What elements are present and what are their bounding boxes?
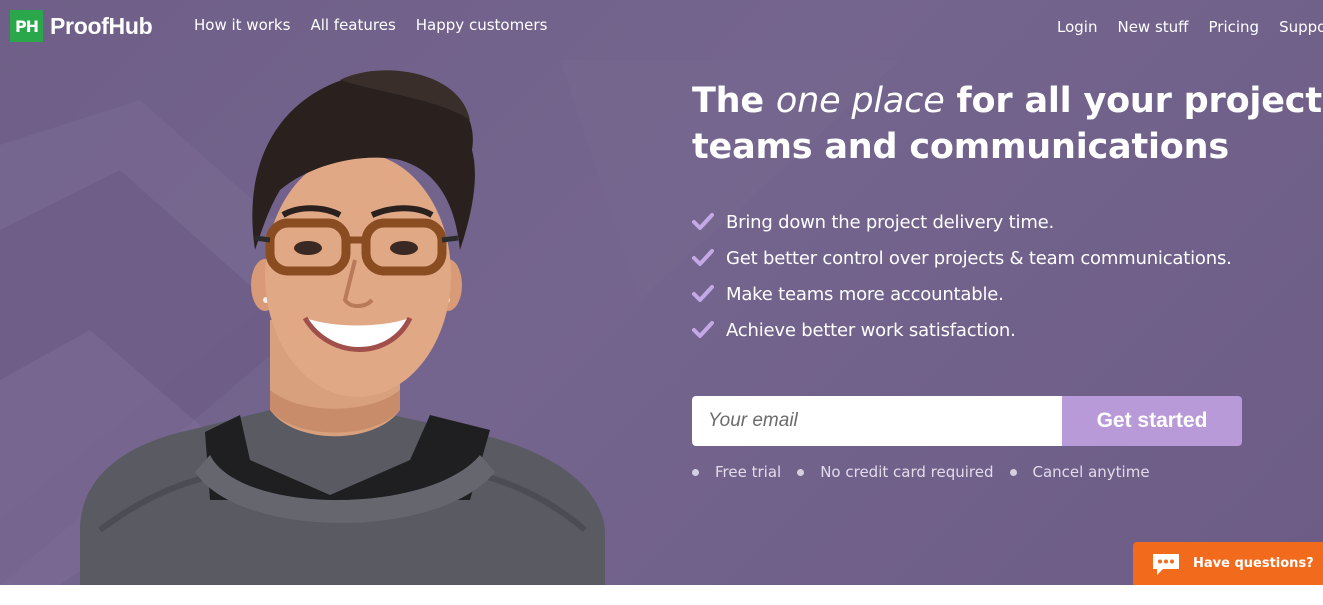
secondary-nav: Login New stuff Pricing Support xyxy=(1057,18,1323,36)
check-icon xyxy=(692,285,714,302)
headline-part1: The xyxy=(692,81,776,121)
primary-nav: How it works All features Happy customer… xyxy=(194,16,567,34)
perk-item: No credit card required xyxy=(797,463,994,481)
benefit-item: Make teams more accountable. xyxy=(692,276,1232,312)
nav-link-new-stuff[interactable]: New stuff xyxy=(1117,18,1188,36)
benefit-item: Achieve better work satisfaction. xyxy=(692,312,1232,348)
nav-link-happy-customers[interactable]: Happy customers xyxy=(416,16,548,34)
check-icon xyxy=(692,249,714,266)
check-icon xyxy=(692,213,714,230)
benefit-item: Bring down the project delivery time. xyxy=(692,204,1232,240)
nav-link-support[interactable]: Support xyxy=(1279,18,1323,36)
perk-text: Free trial xyxy=(715,463,782,481)
perk-item: Cancel anytime xyxy=(1009,463,1150,481)
chat-bubble-icon xyxy=(1153,553,1179,575)
benefit-text: Achieve better work satisfaction. xyxy=(726,319,1016,341)
chat-label: Have questions? xyxy=(1193,556,1314,571)
nav-link-pricing[interactable]: Pricing xyxy=(1209,18,1260,36)
email-input[interactable] xyxy=(692,396,1062,446)
hero-person-photo xyxy=(80,70,605,585)
chat-widget-button[interactable]: Have questions? xyxy=(1133,542,1323,585)
perk-text: Cancel anytime xyxy=(1032,463,1150,481)
benefit-text: Bring down the project delivery time. xyxy=(726,211,1055,233)
logo-mark: PH xyxy=(10,10,43,42)
benefit-text: Get better control over projects & team … xyxy=(726,247,1232,269)
nav-link-login[interactable]: Login xyxy=(1057,18,1097,36)
headline-part2: for all your projects, xyxy=(944,81,1323,121)
bullet-dot-icon xyxy=(797,468,805,476)
nav-link-how-it-works[interactable]: How it works xyxy=(194,16,290,34)
headline-line2: teams and communications xyxy=(692,127,1229,167)
check-icon xyxy=(692,321,714,338)
headline-emphasis: one place xyxy=(775,81,945,121)
signup-form: Get started xyxy=(692,396,1242,446)
hero-section: PH ProofHub How it works All features Ha… xyxy=(0,0,1323,585)
benefits-list: Bring down the project delivery time. Ge… xyxy=(692,204,1232,348)
signup-perks: Free trial No credit card required Cance… xyxy=(692,463,1166,481)
benefit-text: Make teams more accountable. xyxy=(726,283,1004,305)
nav-link-all-features[interactable]: All features xyxy=(310,16,395,34)
logo-text: ProofHub xyxy=(50,12,153,39)
bullet-dot-icon xyxy=(1009,468,1017,476)
hero-headline: The one place for all your projects, tea… xyxy=(692,78,1323,170)
get-started-button[interactable]: Get started xyxy=(1062,396,1242,446)
bullet-dot-icon xyxy=(692,468,699,476)
perk-text: No credit card required xyxy=(820,463,994,481)
logo[interactable]: PH ProofHub xyxy=(10,10,153,42)
perk-item: Free trial xyxy=(692,463,781,481)
benefit-item: Get better control over projects & team … xyxy=(692,240,1232,276)
